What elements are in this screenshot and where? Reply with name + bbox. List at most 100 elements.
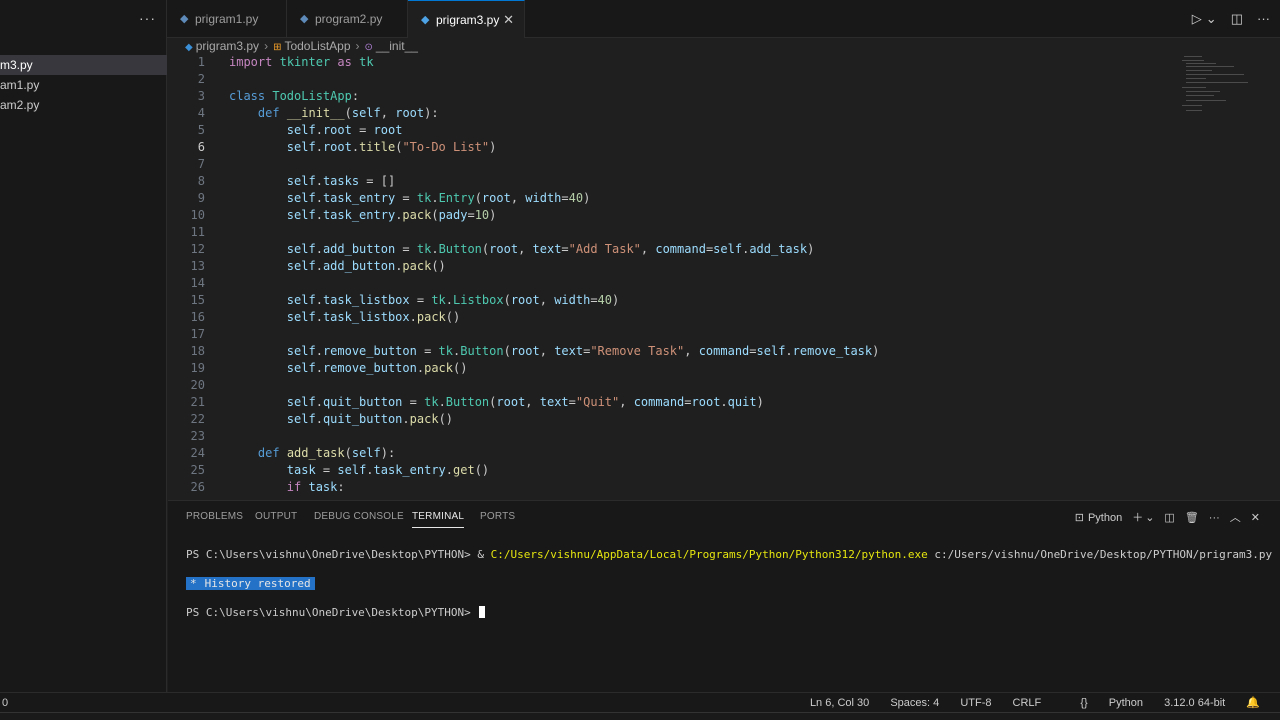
method-icon: ⊙ [364,42,373,53]
tab-problems[interactable]: PROBLEMS [186,511,243,522]
line-number: 2 [197,72,205,86]
tab-prigram3[interactable]: ◆ prigram3.py ✕ [408,0,525,38]
line-number: 9 [197,191,205,205]
line-number: 10 [190,208,205,222]
line-number: 18 [190,344,205,358]
line-number: 6 [197,140,205,154]
os-taskbar [0,712,1280,720]
terminal-command-line: PS C:\Users\vishnu\OneDrive\Desktop\PYTH… [186,548,1272,561]
history-restored-badge: History restored [200,577,315,590]
status-bar: 0 Ln 6, Col 30 Spaces: 4 UTF-8 CRLF {} P… [0,692,1280,712]
code-line: self.tasks = [] [286,174,396,188]
code-line: def add_task(self): [257,446,396,460]
bell-icon[interactable]: 🔔 [1246,697,1260,709]
python-file-icon: ◆ [300,13,309,25]
line-number: 20 [190,378,205,392]
tab-output[interactable]: OUTPUT [255,511,297,522]
breadcrumb-class[interactable]: TodoListApp [284,39,350,53]
terminal-shell-label[interactable]: Python [1088,512,1122,524]
line-number: 23 [190,429,205,443]
file-label: am1.py [0,78,40,92]
indentation[interactable]: Spaces: 4 [890,697,939,709]
code-line: import tkinter as tk [229,55,374,69]
line-number: 1 [197,55,205,69]
class-icon: ⊞ [273,42,282,53]
tab-label: prigram3.py [436,13,500,27]
tab-terminal[interactable]: TERMINAL [412,511,465,528]
code-line: self.task_entry.pack(pady=10) [286,208,497,222]
code-line: class TodoListApp: [229,89,360,103]
line-number: 16 [190,310,205,324]
more-actions-icon[interactable]: ··· [139,10,156,26]
editor-actions: ▷ ⌄ ◫ ··· [1178,0,1270,38]
encoding[interactable]: UTF-8 [960,697,991,709]
line-number: 5 [197,123,205,137]
line-number: 8 [197,174,205,188]
code-line: self.add_button.pack() [286,259,446,273]
tab-label: program2.py [315,12,383,26]
status-problems-count[interactable]: 0 [2,693,8,713]
maximize-panel-icon[interactable]: ︿ [1230,509,1241,525]
code-line: self.add_button = tk.Button(root, text="… [286,242,815,256]
explorer-sidebar: ··· m3.py am1.py am2.py [0,0,167,692]
line-number: 13 [190,259,205,273]
python-exe-path: C:/Users/vishnu/AppData/Local/Programs/P… [490,548,928,561]
code-line: self.root.title("To-Do List") [286,140,497,154]
minimap[interactable] [1178,54,1258,124]
line-number: 14 [190,276,205,290]
more-actions-icon[interactable]: ··· [1257,0,1270,38]
split-editor-icon[interactable]: ◫ [1231,0,1243,38]
tab-label: prigram1.py [195,12,259,26]
line-number: 19 [190,361,205,375]
script-path: c:/Users/vishnu/OneDrive/Desktop/PYTHON/… [927,548,1273,561]
line-ending[interactable]: CRLF [1013,697,1042,709]
code-line: self.root = root [286,123,403,137]
explorer-file-program2[interactable]: am2.py [0,95,167,115]
code-line: self.task_listbox = tk.Listbox(root, wid… [286,293,620,307]
line-number: 3 [197,89,205,103]
terminal-cursor [479,606,486,618]
terminal-prompt-line[interactable]: PS C:\Users\vishnu\OneDrive\Desktop\PYTH… [186,606,486,619]
trash-icon[interactable]: 🗑 [1185,511,1199,524]
tab-prigram1[interactable]: ◆ prigram1.py [167,0,287,38]
code-line: self.remove_button.pack() [286,361,468,375]
tab-program2[interactable]: ◆ program2.py [287,0,408,38]
explorer-file-prigram3[interactable]: m3.py [0,55,167,75]
braces-icon: {} [1080,697,1088,709]
close-panel-icon[interactable]: ✕ [1251,511,1260,524]
explorer-file-prigram1[interactable]: am1.py [0,75,167,95]
run-icon[interactable]: ▷ [1192,0,1202,38]
breadcrumb-file[interactable]: prigram3.py [196,39,259,53]
code-line: if task: [286,480,345,494]
cursor-position[interactable]: Ln 6, Col 30 [810,697,869,709]
terminal-prompt: PS C:\Users\vishnu\OneDrive\Desktop\PYTH… [186,606,478,619]
code-line: self.task_listbox.pack() [286,310,461,324]
line-number: 11 [190,225,205,239]
breadcrumb-separator: › [264,39,269,53]
close-tab-icon[interactable]: ✕ [503,1,514,39]
line-number: 25 [190,463,205,477]
more-actions-icon[interactable]: ··· [1209,512,1220,524]
editor-tab-bar: ◆ prigram1.py ◆ program2.py ◆ prigram3.p… [167,0,1280,38]
run-menu-chevron-icon[interactable]: ⌄ [1206,0,1217,38]
code-editor[interactable]: 1 import tkinter as tk 2 3 class TodoListA… [168,54,1280,498]
history-star: * [186,577,201,590]
chevron-down-icon[interactable]: ⌄ [1145,511,1154,524]
new-terminal-icon[interactable]: ＋ [1132,509,1143,525]
terminal-prompt: PS C:\Users\vishnu\OneDrive\Desktop\PYTH… [186,548,491,561]
bottom-panel: PROBLEMS OUTPUT DEBUG CONSOLE TERMINAL P… [168,500,1280,692]
split-terminal-icon[interactable]: ◫ [1164,511,1174,524]
tab-ports[interactable]: PORTS [480,511,515,522]
breadcrumb-method[interactable]: __init__ [376,39,418,53]
python-file-icon: ◆ [180,13,189,25]
terminal-history-line: * History restored [186,577,315,590]
language-mode[interactable]: {} Python [1062,697,1143,709]
code-line: def __init__(self, root): [257,106,439,120]
code-line: self.quit_button = tk.Button(root, text=… [286,395,764,409]
file-label: am2.py [0,98,40,112]
language-label: Python [1108,697,1144,709]
line-number: 24 [190,446,205,460]
python-file-icon: ◆ [185,42,193,53]
tab-debug-console[interactable]: DEBUG CONSOLE [314,511,404,522]
python-interpreter[interactable]: 3.12.0 64-bit [1164,697,1225,709]
